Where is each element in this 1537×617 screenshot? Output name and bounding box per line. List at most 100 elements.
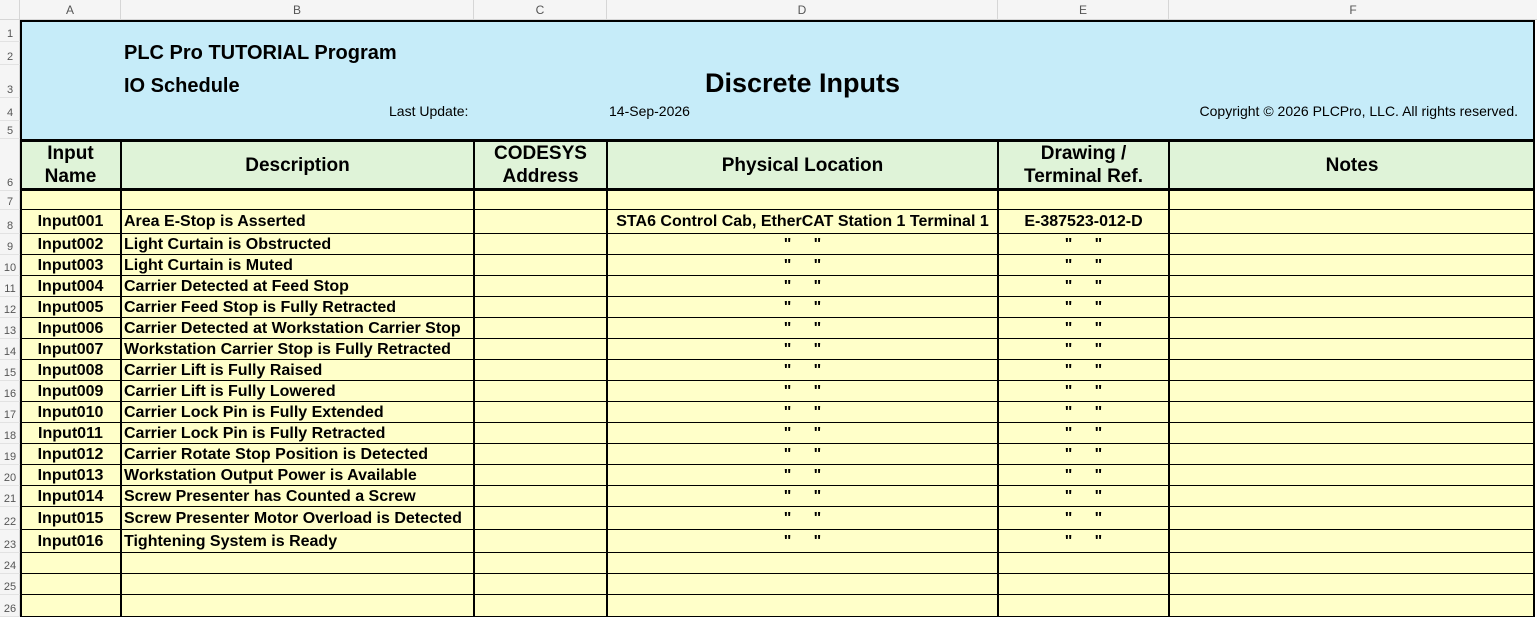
drawing-ref-cell[interactable]: " ": [998, 423, 1169, 444]
drawing-ref-cell[interactable]: " ": [998, 360, 1169, 381]
physical-location-cell[interactable]: " ": [607, 423, 998, 444]
drawing-ref-cell[interactable]: " ": [998, 486, 1169, 507]
column-header-e[interactable]: E: [998, 0, 1169, 20]
physical-location-cell[interactable]: " ": [607, 318, 998, 339]
notes-cell[interactable]: [1172, 360, 1535, 381]
description-cell[interactable]: Carrier Lift is Fully Raised: [124, 360, 474, 381]
row-header[interactable]: 2: [0, 42, 20, 65]
input-name-cell[interactable]: Input005: [20, 297, 121, 318]
header-notes[interactable]: Notes: [1169, 142, 1535, 188]
physical-location-cell[interactable]: " ": [607, 360, 998, 381]
row-header[interactable]: 7: [0, 191, 20, 210]
row-header[interactable]: 10: [0, 255, 20, 276]
description-cell[interactable]: Light Curtain is Obstructed: [124, 234, 474, 255]
input-name-cell[interactable]: Input003: [20, 255, 121, 276]
input-name-cell[interactable]: Input011: [20, 423, 121, 444]
row-header[interactable]: 1: [0, 20, 20, 42]
codesys-address-cell[interactable]: [474, 234, 607, 255]
description-cell[interactable]: Screw Presenter has Counted a Screw: [124, 486, 474, 507]
drawing-ref-cell[interactable]: " ": [998, 297, 1169, 318]
row-header[interactable]: 17: [0, 402, 20, 423]
description-cell[interactable]: Workstation Carrier Stop is Fully Retrac…: [124, 339, 474, 360]
description-cell[interactable]: Carrier Detected at Feed Stop: [124, 276, 474, 297]
codesys-address-cell[interactable]: [474, 339, 607, 360]
codesys-address-cell[interactable]: [474, 255, 607, 276]
description-cell[interactable]: Carrier Lock Pin is Fully Retracted: [124, 423, 474, 444]
column-header-b[interactable]: B: [121, 0, 474, 20]
header-input-name[interactable]: Input Name: [20, 142, 121, 188]
codesys-address-cell[interactable]: [474, 318, 607, 339]
row-header[interactable]: 24: [0, 553, 20, 574]
notes-cell[interactable]: [1172, 444, 1535, 465]
copyright-notice[interactable]: Copyright © 2026 PLCPro, LLC. All rights…: [1200, 103, 1518, 119]
row-header[interactable]: 6: [0, 139, 20, 191]
row-header[interactable]: 3: [0, 65, 20, 98]
codesys-address-cell[interactable]: [474, 402, 607, 423]
drawing-ref-cell[interactable]: " ": [998, 507, 1169, 530]
sheet-title[interactable]: Discrete Inputs: [607, 68, 998, 99]
codesys-address-cell[interactable]: [474, 276, 607, 297]
notes-cell[interactable]: [1172, 381, 1535, 402]
input-name-cell[interactable]: Input004: [20, 276, 121, 297]
row-header[interactable]: 13: [0, 318, 20, 339]
drawing-ref-cell[interactable]: " ": [998, 444, 1169, 465]
input-name-cell[interactable]: Input007: [20, 339, 121, 360]
notes-cell[interactable]: [1172, 530, 1535, 553]
column-header-c[interactable]: C: [474, 0, 607, 20]
description-cell[interactable]: Carrier Feed Stop is Fully Retracted: [124, 297, 474, 318]
row-header[interactable]: 9: [0, 234, 20, 255]
notes-cell[interactable]: [1172, 297, 1535, 318]
notes-cell[interactable]: [1172, 486, 1535, 507]
notes-cell[interactable]: [1172, 318, 1535, 339]
notes-cell[interactable]: [1172, 402, 1535, 423]
row-header[interactable]: 20: [0, 465, 20, 486]
select-all-corner[interactable]: [0, 0, 20, 20]
last-update-label[interactable]: Last Update:: [389, 103, 468, 119]
physical-location-cell[interactable]: " ": [607, 255, 998, 276]
input-name-cell[interactable]: Input013: [20, 465, 121, 486]
column-header-d[interactable]: D: [607, 0, 998, 20]
physical-location-cell[interactable]: " ": [607, 465, 998, 486]
codesys-address-cell[interactable]: [474, 444, 607, 465]
codesys-address-cell[interactable]: [474, 465, 607, 486]
description-cell[interactable]: Area E-Stop is Asserted: [124, 210, 474, 234]
row-header[interactable]: 5: [0, 121, 20, 139]
codesys-address-cell[interactable]: [474, 530, 607, 553]
drawing-ref-cell[interactable]: " ": [998, 318, 1169, 339]
notes-cell[interactable]: [1172, 465, 1535, 486]
row-header[interactable]: 26: [0, 595, 20, 617]
description-cell[interactable]: Carrier Lift is Fully Lowered: [124, 381, 474, 402]
header-drawing-ref[interactable]: Drawing / Terminal Ref.: [998, 142, 1169, 188]
physical-location-cell[interactable]: " ": [607, 276, 998, 297]
row-header[interactable]: 23: [0, 530, 20, 553]
notes-cell[interactable]: [1172, 339, 1535, 360]
codesys-address-cell[interactable]: [474, 423, 607, 444]
last-update-date[interactable]: 14-Sep-2026: [609, 103, 690, 119]
input-name-cell[interactable]: Input010: [20, 402, 121, 423]
physical-location-cell[interactable]: " ": [607, 486, 998, 507]
notes-cell[interactable]: [1172, 276, 1535, 297]
input-name-cell[interactable]: Input001: [20, 210, 121, 234]
codesys-address-cell[interactable]: [474, 507, 607, 530]
drawing-ref-cell[interactable]: " ": [998, 465, 1169, 486]
drawing-ref-cell[interactable]: " ": [998, 234, 1169, 255]
header-description[interactable]: Description: [121, 142, 474, 188]
drawing-ref-cell[interactable]: " ": [998, 339, 1169, 360]
input-name-cell[interactable]: Input014: [20, 486, 121, 507]
input-name-cell[interactable]: Input008: [20, 360, 121, 381]
schedule-subtitle[interactable]: IO Schedule: [124, 75, 240, 98]
notes-cell[interactable]: [1172, 507, 1535, 530]
notes-cell[interactable]: [1172, 423, 1535, 444]
drawing-ref-cell[interactable]: " ": [998, 530, 1169, 553]
drawing-ref-cell[interactable]: " ": [998, 381, 1169, 402]
codesys-address-cell[interactable]: [474, 360, 607, 381]
row-header[interactable]: 19: [0, 444, 20, 465]
codesys-address-cell[interactable]: [474, 381, 607, 402]
notes-cell[interactable]: [1172, 210, 1535, 234]
row-header[interactable]: 18: [0, 423, 20, 444]
row-header[interactable]: 11: [0, 276, 20, 297]
drawing-ref-cell[interactable]: " ": [998, 255, 1169, 276]
physical-location-cell[interactable]: STA6 Control Cab, EtherCAT Station 1 Ter…: [607, 210, 998, 234]
description-cell[interactable]: Carrier Lock Pin is Fully Extended: [124, 402, 474, 423]
row-header[interactable]: 14: [0, 339, 20, 360]
